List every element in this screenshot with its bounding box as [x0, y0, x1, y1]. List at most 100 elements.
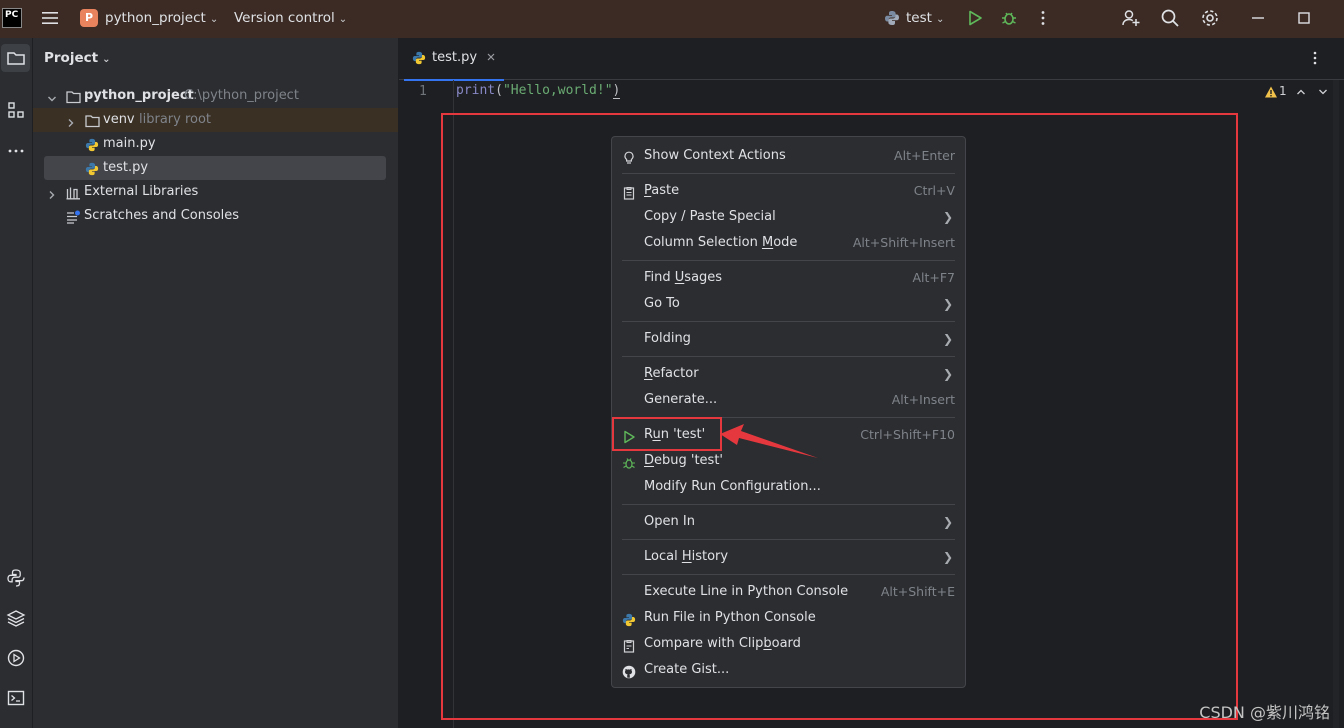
menu-separator — [622, 260, 955, 261]
tree-item-external-libraries[interactable]: External Libraries — [33, 180, 398, 204]
menu-item-label: Compare with Clip — [644, 636, 764, 651]
menu-item-label: Go To — [644, 296, 680, 311]
tree-item-venv[interactable]: venv library root — [33, 108, 398, 132]
menu-item-run-file-console[interactable]: Run File in Python Console — [622, 605, 955, 631]
menu-separator — [622, 574, 955, 575]
chevron-right-icon: ❯ — [942, 367, 953, 381]
debug-icon — [622, 454, 636, 469]
menu-item-create-gist[interactable]: Create Gist... — [622, 657, 955, 683]
debug-icon[interactable] — [1000, 9, 1018, 27]
chevron-right-icon: ❯ — [942, 210, 953, 224]
tool-window-strip — [0, 38, 33, 728]
menu-item-label: ebug 'test' — [654, 453, 724, 468]
title-bar: PC P python_project ⌄ Version control ⌄ te… — [0, 0, 1344, 38]
chevron-down-icon: ⌄ — [338, 14, 348, 25]
scratches-icon — [66, 209, 80, 224]
editor-options-icon[interactable] — [1307, 50, 1323, 66]
chevron-down-icon[interactable] — [46, 90, 60, 104]
editor-scrollbar[interactable] — [1333, 80, 1339, 728]
tree-item-root[interactable]: python_project C:\python_project — [33, 84, 398, 108]
code-string: "Hello,world!" — [502, 83, 613, 98]
menu-item-show-context-actions[interactable]: Show Context Actions Alt+Enter — [622, 143, 955, 169]
menu-item-label: Open In — [644, 514, 695, 529]
more-tools-icon[interactable] — [0, 136, 32, 164]
tree-item-main-py[interactable]: main.py — [33, 132, 398, 156]
external-libraries-label: External Libraries — [84, 184, 199, 199]
menu-item-generate[interactable]: Generate... Alt+Insert — [622, 387, 955, 413]
github-icon — [622, 663, 636, 679]
editor-tab-bar: test.py — [399, 38, 1344, 81]
menu-separator — [622, 321, 955, 322]
chevron-down-icon: ⌄ — [102, 54, 111, 65]
menu-item-shortcut: Alt+Shift+E — [880, 584, 955, 599]
menu-item-go-to[interactable]: Go To ❯ — [622, 291, 955, 317]
menu-item-label: oard — [771, 636, 801, 651]
menu-item-label: Run File in Python Console — [644, 610, 816, 625]
mnemonic: H — [681, 549, 692, 564]
folder-icon — [66, 89, 81, 104]
menu-item-column-selection-mode[interactable]: Column Selection Mode Alt+Shift+Insert — [622, 230, 955, 256]
menu-item-local-history[interactable]: Local History ❯ — [622, 544, 955, 570]
menu-item-label: Find — [644, 270, 675, 285]
chevron-right-icon: ❯ — [942, 515, 953, 529]
tree-item-scratches[interactable]: Scratches and Consoles — [33, 204, 398, 228]
project-folder-icon[interactable] — [1, 44, 30, 72]
menu-item-label: Copy / Paste Special — [644, 209, 776, 224]
menu-item-find-usages[interactable]: Find Usages Alt+F7 — [622, 265, 955, 291]
python-config-icon — [884, 10, 900, 26]
more-actions-icon[interactable] — [1034, 9, 1052, 27]
project-selector[interactable]: python_project ⌄ — [105, 10, 218, 26]
code-function: print — [456, 83, 496, 98]
close-icon[interactable] — [485, 51, 497, 63]
menu-item-copy-paste-special[interactable]: Copy / Paste Special ❯ — [622, 204, 955, 230]
services-run-icon[interactable] — [0, 644, 32, 672]
menu-item-refactor[interactable]: Refactor ❯ — [622, 361, 955, 387]
tree-item-test-py[interactable]: test.py — [44, 156, 386, 180]
menu-separator — [622, 356, 955, 357]
menu-item-shortcut: Alt+Shift+Insert — [852, 235, 955, 250]
chevron-down-icon[interactable] — [1317, 86, 1329, 98]
search-icon[interactable] — [1160, 8, 1180, 28]
add-user-icon[interactable] — [1121, 8, 1141, 28]
layers-icon[interactable] — [0, 604, 32, 632]
run-config-selector[interactable]: test ⌄ — [906, 10, 944, 26]
run-icon[interactable] — [966, 9, 984, 27]
menu-item-compare-clipboard[interactable]: Compare with Clipboard — [622, 631, 955, 657]
project-name: python_project — [105, 10, 206, 26]
menu-item-label: Execute Line in Python Console — [644, 584, 849, 599]
inspection-widget[interactable]: 1 — [1264, 84, 1334, 100]
python-console-icon[interactable] — [0, 564, 32, 592]
code-paren-close: ) — [612, 83, 621, 99]
structure-icon[interactable] — [0, 96, 32, 124]
lightbulb-icon — [622, 149, 636, 164]
settings-gear-icon[interactable] — [1200, 8, 1220, 28]
project-panel-header[interactable]: Project ⌄ — [44, 50, 110, 66]
root-folder-path: C:\python_project — [184, 88, 299, 103]
menu-item-modify-run-configuration[interactable]: Modify Run Configuration... — [622, 474, 955, 500]
chevron-right-icon[interactable] — [46, 186, 60, 200]
menu-item-execute-line-console[interactable]: Execute Line in Python Console Alt+Shift… — [622, 579, 955, 605]
version-control-label: Version control — [234, 10, 335, 26]
version-control-menu[interactable]: Version control ⌄ — [234, 10, 347, 26]
menu-item-shortcut: Alt+Insert — [891, 392, 955, 407]
warning-count: 1 — [1279, 84, 1287, 98]
chevron-right-icon[interactable] — [65, 114, 79, 128]
warning-icon — [1264, 85, 1278, 99]
run-config-name: test — [906, 10, 932, 26]
project-badge: P — [80, 9, 98, 27]
code-line[interactable]: print("Hello,world!") — [456, 83, 621, 99]
menu-item-label: efactor — [652, 366, 699, 381]
terminal-icon[interactable] — [0, 684, 32, 712]
menu-item-paste[interactable]: Paste Ctrl+V — [622, 178, 955, 204]
maximize-icon[interactable] — [1295, 9, 1313, 27]
main-menu-icon[interactable] — [40, 9, 60, 27]
menu-item-label: Show Context Actions — [644, 148, 786, 163]
tab-test-py[interactable]: test.py — [404, 38, 504, 81]
file-name: test.py — [103, 160, 149, 175]
chevron-right-icon: ❯ — [942, 332, 953, 346]
minimize-icon[interactable] — [1249, 9, 1267, 27]
menu-item-folding[interactable]: Folding ❯ — [622, 326, 955, 352]
file-name: main.py — [103, 136, 156, 151]
menu-item-open-in[interactable]: Open In ❯ — [622, 509, 955, 535]
chevron-up-icon[interactable] — [1295, 86, 1307, 98]
